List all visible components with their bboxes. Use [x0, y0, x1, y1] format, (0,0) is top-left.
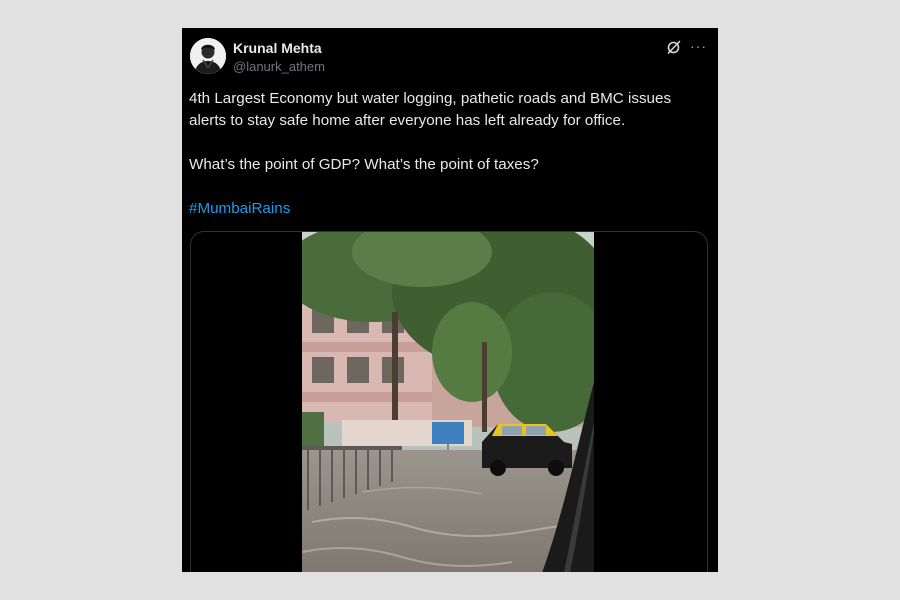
avatar[interactable]	[190, 38, 226, 74]
author-display-name[interactable]: Krunal Mehta	[233, 39, 322, 57]
more-horizontal-icon[interactable]: ···	[690, 39, 706, 55]
author-handle[interactable]: @lanurk_athem	[233, 58, 325, 75]
grok-slash-circle-icon[interactable]	[666, 39, 682, 55]
tweet-text-line: What’s the point of GDP? What’s the poin…	[189, 156, 539, 173]
tweet-text: 4th Largest Economy but water logging, p…	[189, 88, 709, 220]
tweet-text-line: 4th Largest Economy but water logging, p…	[189, 90, 672, 129]
tweet-media[interactable]	[190, 231, 708, 572]
hashtag-link[interactable]: #MumbaiRains	[189, 200, 290, 217]
tweet-card: Krunal Mehta @lanurk_athem ··· 4th Large…	[182, 28, 718, 572]
video-thumbnail[interactable]	[302, 232, 594, 572]
